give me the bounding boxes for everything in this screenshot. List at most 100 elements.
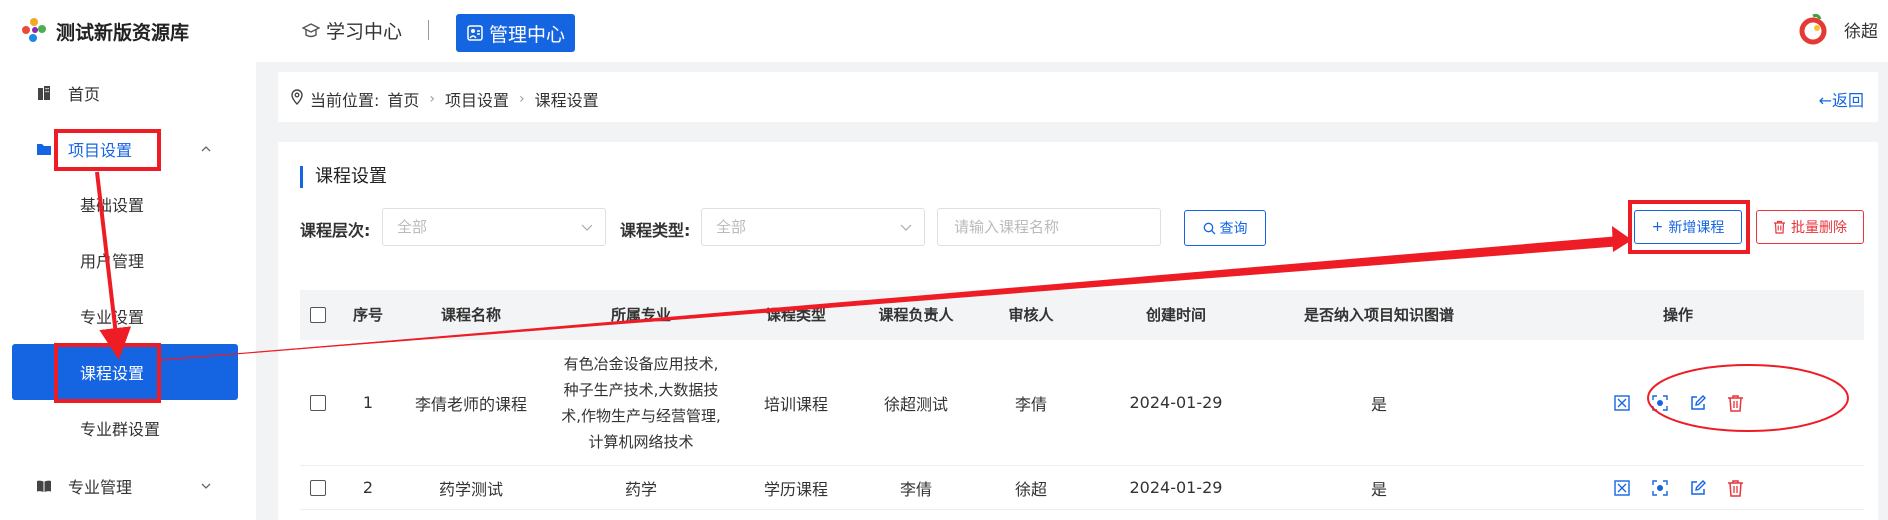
folder-icon — [37, 144, 51, 155]
course-level-select[interactable]: 全部 — [382, 208, 606, 246]
location-pin-icon — [291, 89, 303, 105]
back-link[interactable]: ←返回 — [1819, 87, 1864, 111]
nav-learning-label: 学习中心 — [326, 21, 403, 43]
logo-icon — [20, 16, 50, 46]
nav-admin-center[interactable]: 管理中心 — [456, 14, 576, 52]
add-course-label: 新增课程 — [1668, 220, 1725, 236]
row-created-time: 2024-01-29 — [1129, 478, 1223, 497]
row-reviewer: 徐超 — [1014, 479, 1047, 499]
nav-learning-center[interactable]: 学习中心 — [302, 17, 402, 44]
row-actions — [1492, 466, 1864, 509]
edit-icon[interactable] — [1689, 479, 1707, 497]
row-owner: 李倩 — [899, 479, 932, 499]
trash-icon — [1774, 220, 1785, 234]
column-header: 课程类型 — [765, 306, 826, 324]
sidebar-item-major-settings[interactable]: 专业设置 — [0, 290, 256, 342]
row-reviewer: 李倩 — [1014, 394, 1047, 414]
row-index: 2 — [362, 478, 374, 497]
search-placeholder: 请输入课程名称 — [954, 218, 1060, 236]
column-header: 创建时间 — [1145, 306, 1206, 324]
book-icon — [37, 480, 51, 492]
column-header: 课程负责人 — [878, 306, 954, 324]
search-icon — [1203, 222, 1215, 234]
sidebar-item-user-management[interactable]: 用户管理 — [0, 234, 256, 286]
row-major: 有色冶金设备应用技术,种子生产技术,大数据技术,作物生产与经营管理,计算机网络技… — [561, 354, 721, 451]
column-header: 序号 — [352, 306, 383, 324]
column-header: 审核人 — [1008, 306, 1054, 324]
sidebar: 首页 项目设置 基础设置 用户管理 专业设置 课程设置 专业群设置 专业管理 — [0, 62, 256, 520]
chevron-down-icon — [900, 224, 912, 231]
breadcrumb-item-project-settings[interactable]: 项目设置 — [445, 87, 509, 111]
row-course-name: 药学测试 — [438, 479, 503, 499]
user-menu[interactable]: 徐超 — [1796, 12, 1878, 46]
filter-level-label: 课程层次: — [300, 221, 371, 240]
view-icon[interactable] — [1613, 479, 1631, 497]
row-course-name: 李倩老师的课程 — [414, 394, 527, 414]
plus-icon: + — [1651, 219, 1664, 235]
sidebar-item-major-group-settings[interactable]: 专业群设置 — [0, 402, 256, 454]
sidebar-project-settings-label: 项目设置 — [68, 141, 133, 160]
sidebar-sub-label: 基础设置 — [80, 196, 145, 215]
row-index: 1 — [362, 393, 374, 412]
graduation-cap-icon — [302, 22, 320, 37]
row-major: 药学 — [624, 479, 657, 499]
delete-icon[interactable] — [1727, 479, 1744, 497]
table-header: 序号 课程名称 所属专业 课程类型 课程负责人 审核人 创建时间 是否纳入项目知… — [300, 290, 1864, 340]
nav-divider — [428, 20, 429, 40]
row-checkbox[interactable] — [310, 466, 326, 509]
logo[interactable]: 测试新版资源库 — [20, 16, 189, 46]
row-course-type: 学历课程 — [763, 479, 828, 499]
preview-icon[interactable] — [1651, 479, 1669, 497]
query-button-label: 查询 — [1219, 221, 1248, 237]
sidebar-item-course-settings[interactable]: 课程设置 — [12, 344, 238, 400]
page-title: 课程设置 — [300, 166, 387, 188]
logo-text: 测试新版资源库 — [56, 21, 190, 44]
top-header: 测试新版资源库 学习中心 管理中心 徐超 — [0, 0, 1888, 62]
chevron-right-icon: › — [519, 91, 525, 107]
select-all-checkbox[interactable] — [310, 307, 326, 323]
query-button[interactable]: 查询 — [1184, 210, 1266, 246]
column-header: 所属专业 — [610, 306, 671, 324]
sidebar-sub-label: 专业设置 — [80, 308, 145, 327]
course-type-value: 全部 — [716, 218, 747, 236]
breadcrumb: 当前位置: 首页 › 项目设置 › 课程设置 ←返回 — [278, 72, 1878, 122]
preview-icon[interactable] — [1651, 394, 1669, 412]
sidebar-item-project-settings[interactable]: 项目设置 — [0, 123, 256, 175]
view-icon[interactable] — [1613, 394, 1631, 412]
row-checkbox[interactable] — [310, 340, 326, 465]
sidebar-sub-label: 课程设置 — [80, 364, 145, 383]
edit-icon[interactable] — [1689, 394, 1707, 412]
add-course-button[interactable]: + 新增课程 — [1634, 210, 1742, 244]
sidebar-item-major-management[interactable]: 专业管理 — [0, 460, 256, 512]
filter-type-label: 课程类型: — [620, 221, 691, 240]
admin-icon — [467, 25, 483, 41]
nav-admin-label: 管理中心 — [489, 23, 566, 46]
sidebar-sub-label: 专业群设置 — [80, 420, 161, 439]
building-icon — [38, 86, 50, 100]
breadcrumb-prefix: 当前位置: — [310, 91, 380, 110]
row-created-time: 2024-01-29 — [1129, 393, 1223, 412]
course-name-search-input[interactable]: 请输入课程名称 — [937, 208, 1161, 246]
row-course-type: 培训课程 — [763, 394, 828, 414]
chevron-up-icon — [201, 146, 211, 152]
table-row: 1 李倩老师的课程 有色冶金设备应用技术,种子生产技术,大数据技术,作物生产与经… — [300, 340, 1864, 466]
chevron-down-icon — [581, 224, 593, 231]
table-row: 2 药学测试 药学 学历课程 李倩 徐超 2024-01-29 是 — [300, 466, 1864, 510]
batch-delete-button[interactable]: 批量删除 — [1756, 210, 1864, 244]
chevron-right-icon: › — [429, 91, 436, 107]
chevron-down-icon — [201, 483, 211, 489]
sidebar-major-management-label: 专业管理 — [68, 478, 133, 497]
batch-delete-label: 批量删除 — [1791, 220, 1847, 236]
course-settings-card: 课程设置 课程层次: 全部 课程类型: 全部 请输入课程名称 查询 + 新增课程… — [278, 142, 1878, 520]
course-level-value: 全部 — [397, 218, 428, 236]
breadcrumb-item-home[interactable]: 首页 — [387, 87, 419, 111]
sidebar-item-home[interactable]: 首页 — [0, 67, 256, 119]
column-header: 操作 — [1662, 306, 1693, 324]
course-type-select[interactable]: 全部 — [701, 208, 925, 246]
row-owner: 徐超测试 — [883, 394, 948, 414]
column-header: 课程名称 — [440, 306, 501, 324]
sidebar-item-basic-settings[interactable]: 基础设置 — [0, 178, 256, 230]
avatar — [1796, 12, 1830, 46]
delete-icon[interactable] — [1727, 394, 1744, 412]
breadcrumb-item-course-settings: 课程设置 — [534, 91, 599, 110]
